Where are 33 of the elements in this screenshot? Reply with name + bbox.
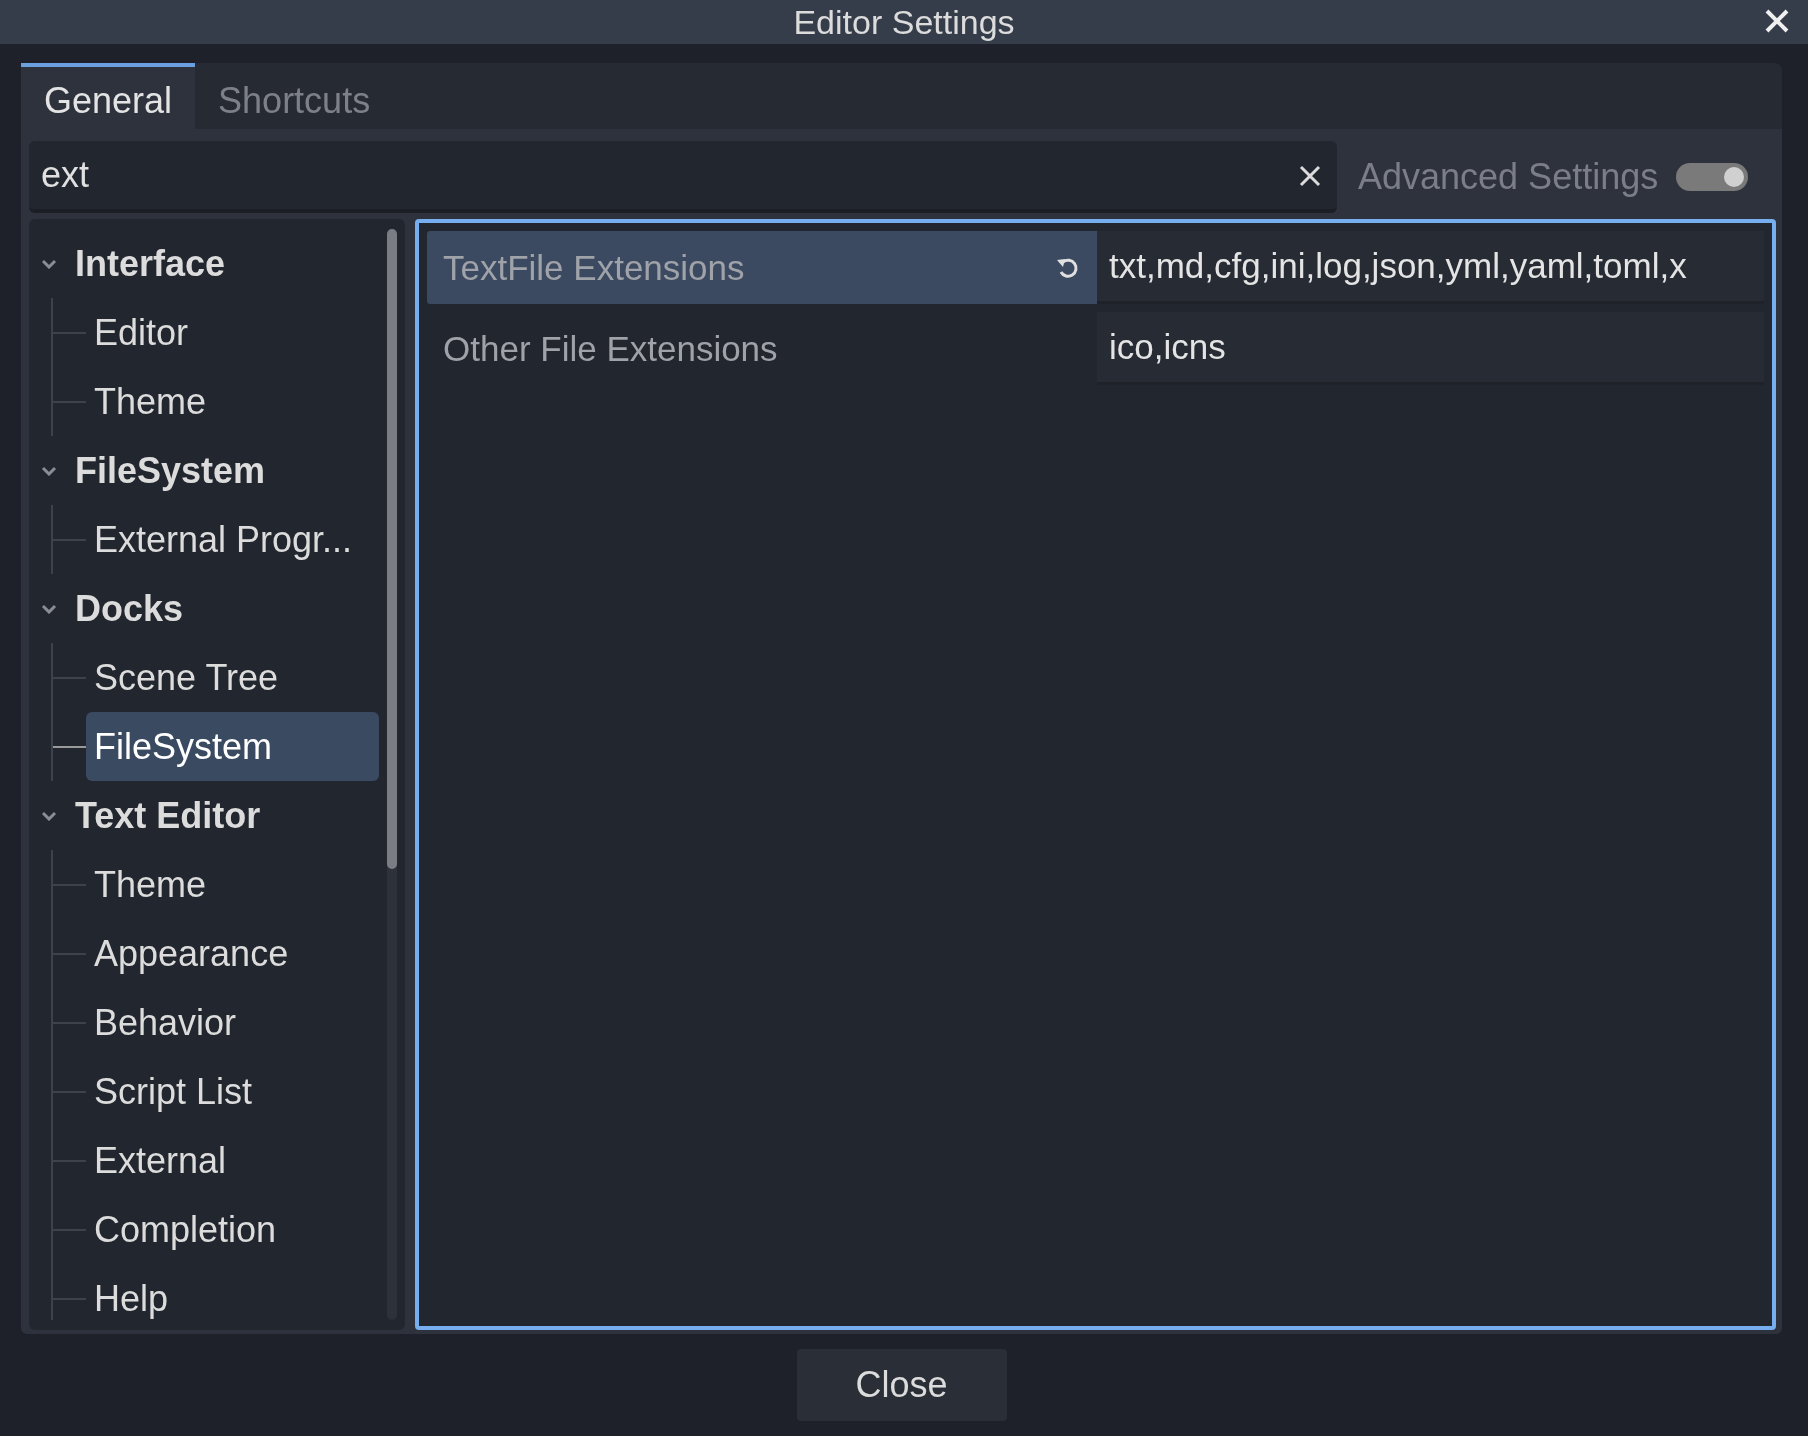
chevron-icon[interactable]	[41, 258, 57, 269]
tree-item[interactable]: Scene Tree	[86, 643, 379, 712]
property-label[interactable]: Other File Extensions	[427, 312, 1097, 385]
tree-item[interactable]: FileSystem	[75, 449, 266, 492]
search-field[interactable]: ext	[29, 141, 1337, 213]
tree-item[interactable]: Interface	[75, 242, 226, 285]
tree-item[interactable]: Text Editor	[75, 794, 261, 837]
chevron-icon[interactable]	[41, 810, 57, 821]
text-field[interactable]: ico,icns	[1097, 312, 1764, 385]
tree-item[interactable]: FileSystem	[86, 712, 379, 781]
close-icon[interactable]	[1764, 8, 1790, 34]
chevron-icon[interactable]	[41, 603, 57, 614]
tree-item[interactable]: Script List	[86, 1057, 379, 1126]
tree-item[interactable]: Appearance	[86, 919, 379, 988]
tree-item[interactable]: Theme	[86, 367, 379, 436]
window-title: Editor Settings	[793, 2, 1015, 42]
clear-icon[interactable]	[1299, 165, 1321, 187]
tree-item[interactable]: External	[86, 1126, 379, 1195]
scrollbar-thumb[interactable]	[387, 229, 397, 869]
tree-item[interactable]: External Progr...	[86, 505, 379, 574]
tab[interactable]: Shortcuts	[195, 63, 394, 129]
chevron-icon[interactable]	[41, 465, 57, 476]
toggle-label: Advanced Settings	[1358, 156, 1659, 198]
tree-item[interactable]: Completion	[86, 1195, 379, 1264]
tree-item[interactable]: Help	[86, 1264, 379, 1320]
property-label[interactable]: TextFile Extensions	[427, 231, 1097, 304]
tree-item[interactable]: Editor	[86, 298, 379, 367]
close-button[interactable]: Close	[796, 1349, 1007, 1421]
tree-item[interactable]: Docks	[75, 587, 184, 630]
tree-item[interactable]: Theme	[86, 850, 379, 919]
tree-item[interactable]: Behavior	[86, 988, 379, 1057]
text-field[interactable]: txt,md,cfg,ini,log,json,yml,yaml,toml,x	[1097, 231, 1764, 304]
tab[interactable]: General	[21, 63, 196, 129]
